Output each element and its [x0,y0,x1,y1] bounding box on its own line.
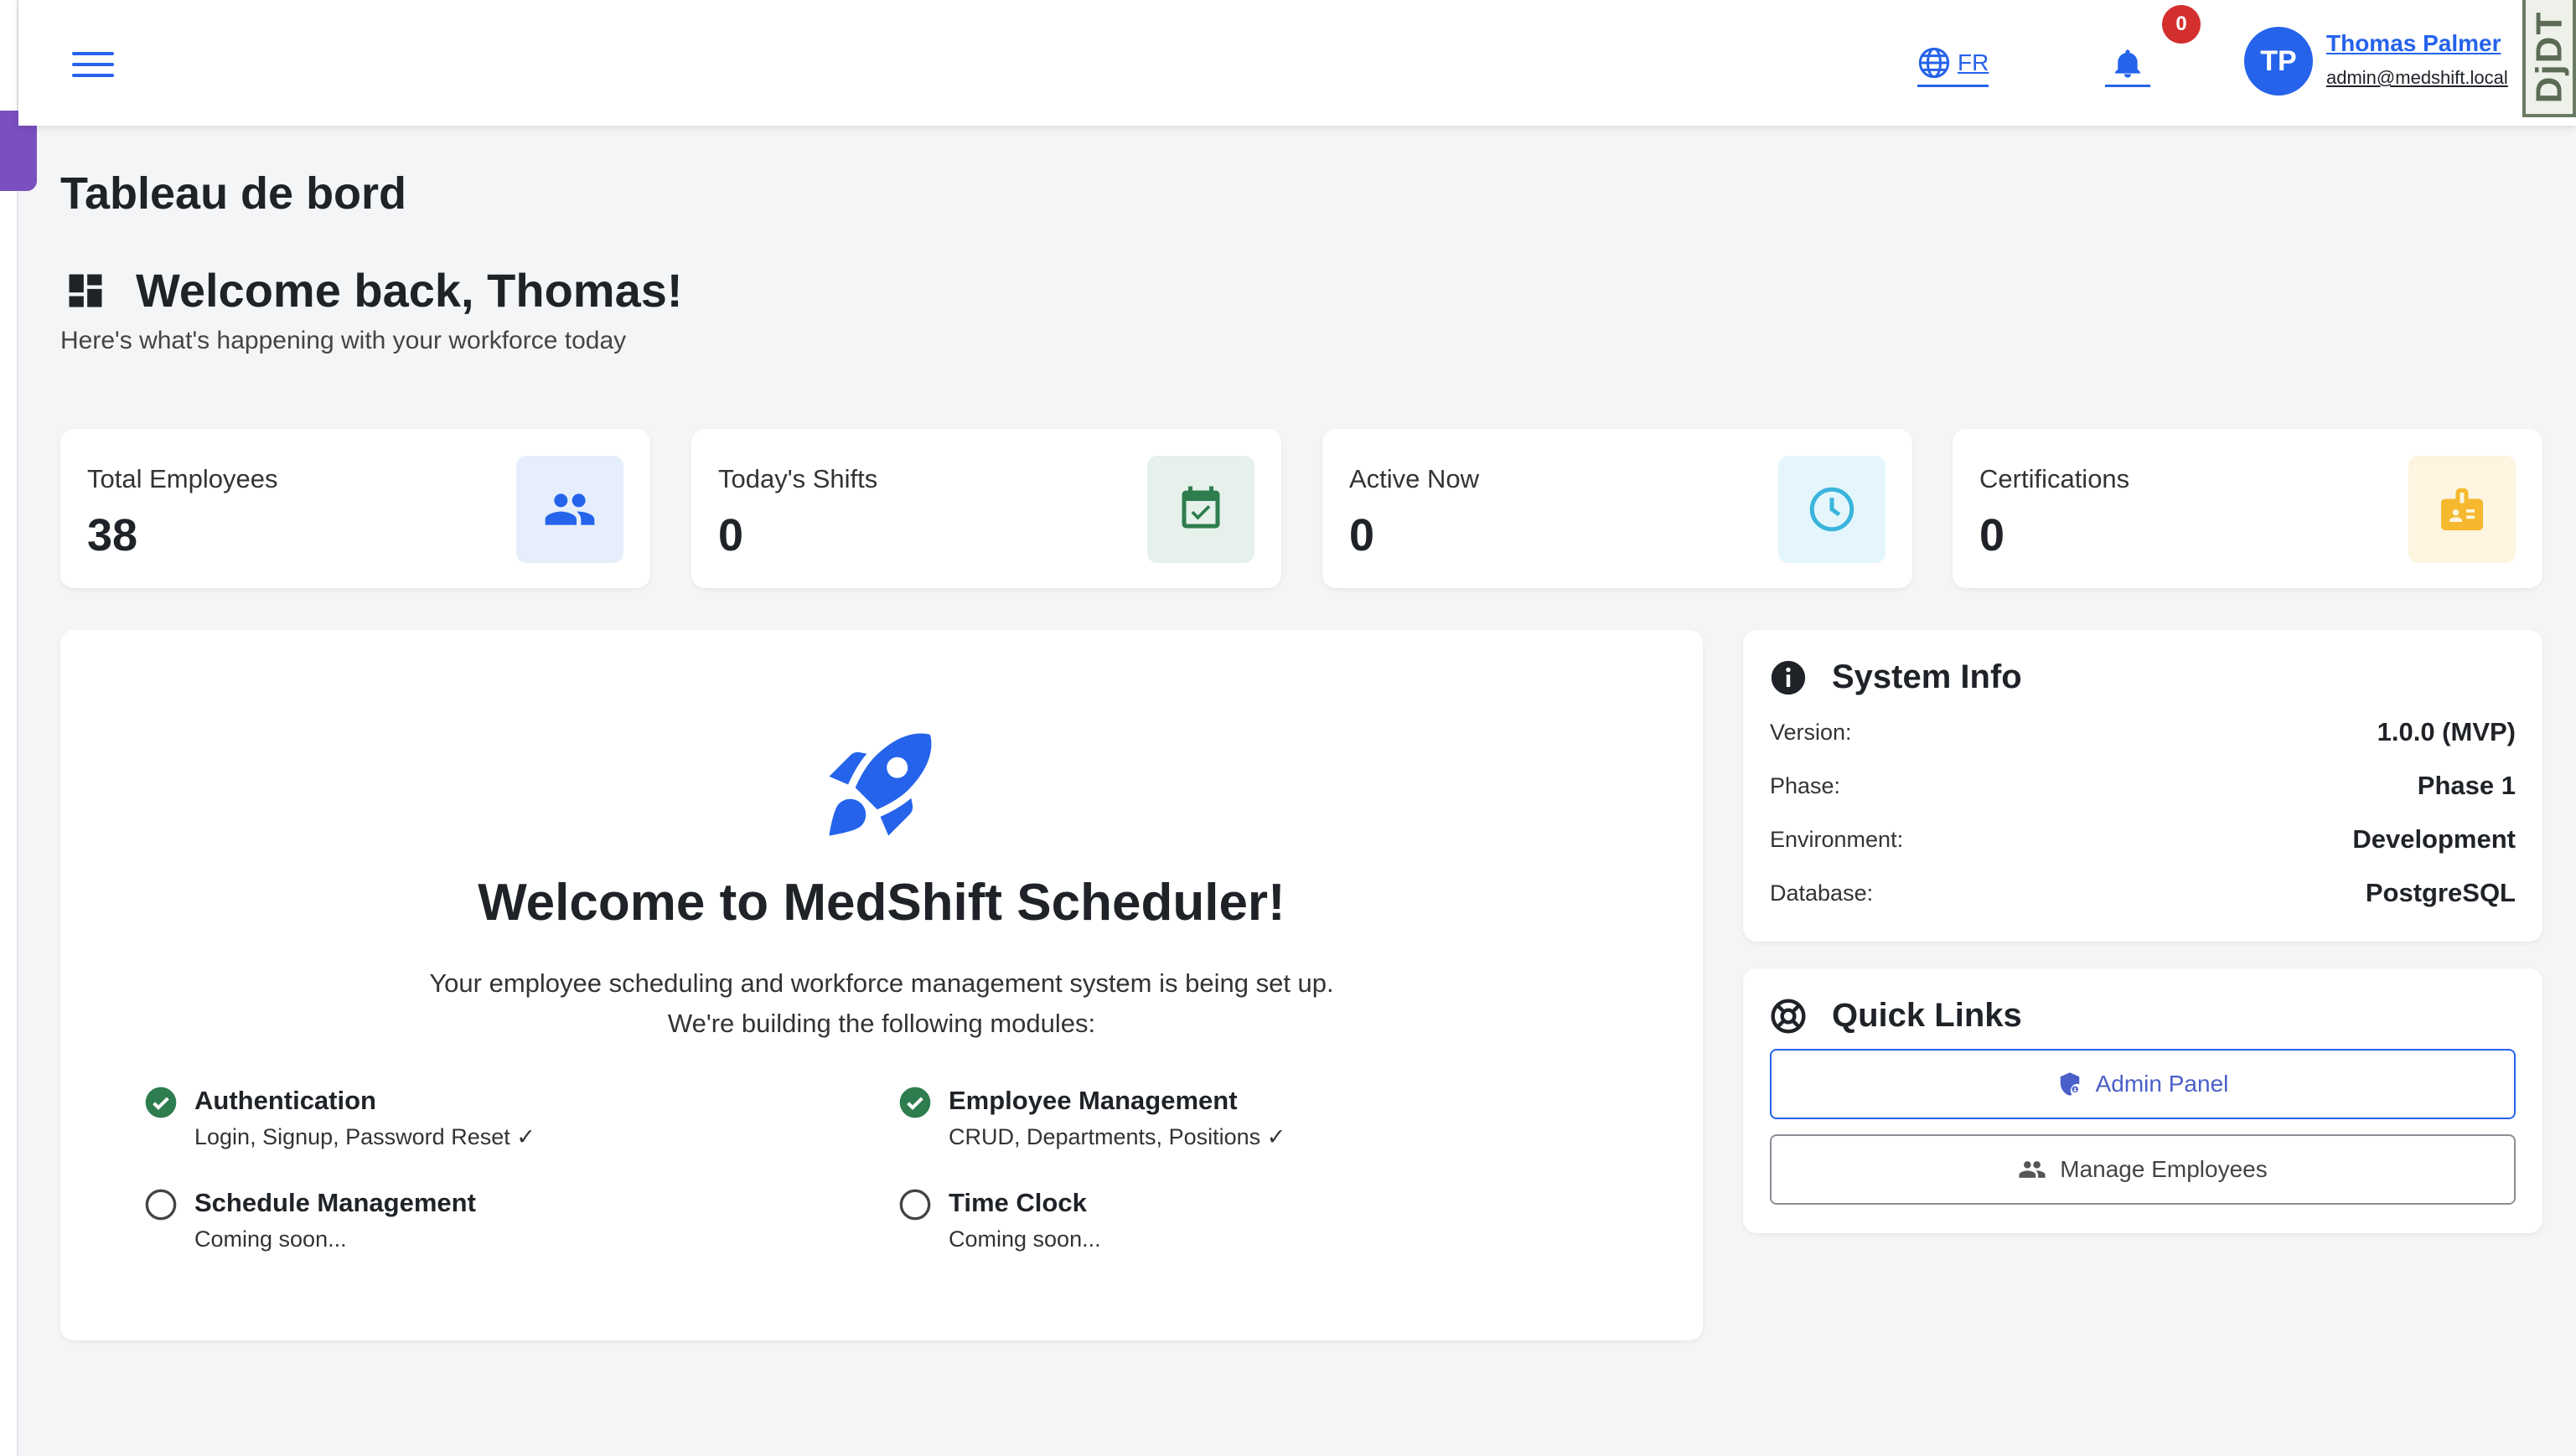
stat-card-total-employees: Total Employees 38 [60,429,650,588]
stat-value: 38 [87,510,138,560]
people-icon [516,456,623,563]
module-name: Authentication [194,1086,376,1115]
manage-employees-label: Manage Employees [2060,1156,2268,1182]
quick-links-header: Quick Links [1770,997,2022,1035]
module-authentication: Authentication Login, Signup, Password R… [144,1086,535,1150]
stat-card-certifications: Certifications 0 [1953,429,2542,588]
module-time-clock: Time Clock Coming soon... [898,1188,1101,1252]
clock-icon [1778,456,1885,563]
stat-value: 0 [718,510,744,560]
system-info-card: System Info Version: 1.0.0 (MVP) Phase: … [1743,630,2542,942]
notification-count-badge: 0 [2162,5,2201,44]
module-name: Schedule Management [194,1188,476,1217]
stat-card-active-now: Active Now 0 [1322,429,1912,588]
globe-icon [1918,47,1950,78]
calendar-check-icon [1147,456,1254,563]
module-name: Employee Management [949,1086,1238,1115]
info-value: 1.0.0 (MVP) [2377,717,2516,746]
module-name: Time Clock [949,1188,1087,1217]
module-description: Coming soon... [194,1226,347,1252]
welcome-title: Welcome back, Thomas! [136,264,683,317]
main-card-description-line: Your employee scheduling and workforce m… [429,968,1334,998]
main-card-title: Welcome to MedShift Scheduler! [478,874,1285,932]
info-row-phase: Phase: Phase 1 [1770,771,2516,801]
debug-toolbar-label: DjDT [2528,10,2569,104]
badge-icon [2408,456,2516,563]
main-card-description-line: We're building the following modules: [667,1009,1096,1038]
system-info-title: System Info [1832,658,2022,695]
debug-toolbar-handle[interactable]: DjDT [2522,0,2576,117]
info-key: Environment: [1770,826,1904,852]
info-key: Version: [1770,719,1852,745]
info-value: Phase 1 [2417,771,2516,800]
check-circle-icon [899,1087,931,1118]
quick-links-title: Quick Links [1832,997,2022,1034]
dashboard-icon [69,274,102,307]
info-key: Phase: [1770,772,1841,798]
notifications-button[interactable] [2105,42,2150,87]
lifebuoy-icon [1771,998,1806,1034]
admin-panel-button[interactable]: Admin Panel [1770,1049,2516,1119]
welcome-subtitle: Here's what's happening with your workfo… [60,327,627,354]
avatar[interactable]: TP [2244,27,2313,96]
main-card-description: Your employee scheduling and workforce m… [60,963,1703,1044]
left-rail [0,0,18,1456]
admin-shield-icon [2060,1072,2079,1096]
welcome-card: Welcome to MedShift Scheduler! Your empl… [60,630,1703,1340]
info-value: PostgreSQL [2365,878,2516,907]
welcome-heading: Welcome back, Thomas! [64,263,683,318]
info-row-version: Version: 1.0.0 (MVP) [1770,717,2516,747]
stat-value: 0 [1349,510,1375,560]
empty-circle-icon [899,1189,931,1221]
empty-circle-icon [145,1189,177,1221]
user-email-link[interactable]: admin@medshift.local [2326,67,2522,89]
module-employee-management: Employee Management CRUD, Departments, P… [898,1086,1285,1150]
info-icon [1771,660,1806,694]
hamburger-menu-icon[interactable] [72,44,114,85]
module-description: Coming soon... [949,1226,1101,1252]
stat-label: Total Employees [87,464,278,493]
bell-icon [2115,49,2140,78]
language-code: FR [1958,49,1989,75]
info-value: Development [2352,824,2516,854]
stat-label: Certifications [1979,464,2130,493]
module-schedule-management: Schedule Management Coming soon... [144,1188,476,1252]
module-description: CRUD, Departments, Positions ✓ [949,1124,1286,1149]
info-key: Database: [1770,880,1874,906]
module-description: Login, Signup, Password Reset ✓ [194,1124,535,1149]
stat-card-todays-shifts: Today's Shifts 0 [691,429,1281,588]
manage-employees-button[interactable]: Manage Employees [1770,1134,2516,1205]
info-row-database: Database: PostgreSQL [1770,878,2516,908]
language-switcher[interactable]: FR [1917,40,1989,87]
user-name-link[interactable]: Thomas Palmer [2326,30,2501,57]
page-title: Tableau de bord [60,168,407,219]
stat-label: Active Now [1349,464,1480,493]
admin-panel-label: Admin Panel [2095,1071,2229,1097]
people-icon [2019,1161,2046,1178]
stat-label: Today's Shifts [718,464,878,493]
system-info-header: System Info [1770,658,2022,696]
stat-value: 0 [1979,510,2005,560]
quick-links-card: Quick Links Admin Panel Manage Employees [1743,968,2542,1233]
rocket-icon [819,720,944,850]
check-circle-icon [145,1087,177,1118]
info-row-environment: Environment: Development [1770,824,2516,854]
